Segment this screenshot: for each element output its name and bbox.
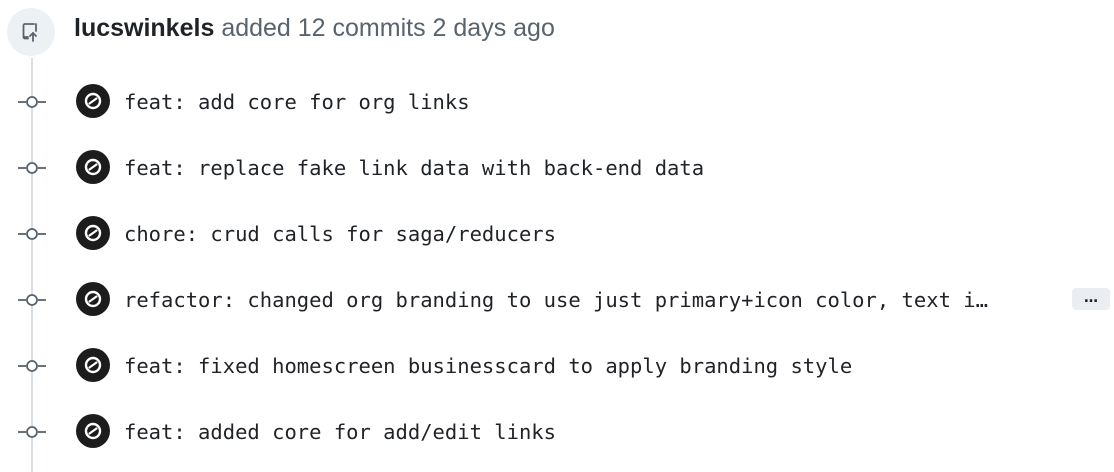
- commit-row: chore: crud calls for saga/reducers: [0, 214, 1114, 254]
- commit-message-link[interactable]: feat: added core for add/edit links: [124, 416, 556, 448]
- commit-row: feat: replace fake link data with back-e…: [0, 148, 1114, 188]
- expand-commit-button[interactable]: …: [1072, 288, 1110, 310]
- commit-message-link[interactable]: feat: fixed homescreen businesscard to a…: [124, 350, 852, 382]
- avatar[interactable]: [76, 216, 110, 250]
- git-commit-icon: [16, 160, 48, 176]
- repo-push-icon: [7, 8, 55, 56]
- commit-message-link[interactable]: refactor: changed org branding to use ju…: [124, 284, 988, 316]
- author-link[interactable]: lucswinkels: [74, 14, 214, 42]
- timeline-event-header: lucswinkels added 12 commits 2 days ago: [0, 0, 1114, 56]
- commit-row: feat: fixed homescreen businesscard to a…: [0, 346, 1114, 386]
- avatar[interactable]: [76, 414, 110, 448]
- commit-message-link[interactable]: feat: add core for org links: [124, 86, 470, 118]
- avatar[interactable]: [76, 282, 110, 316]
- git-commit-icon: [16, 94, 48, 110]
- commit-message-link[interactable]: feat: replace fake link data with back-e…: [124, 152, 704, 184]
- git-commit-icon: [16, 358, 48, 374]
- commit-row: feat: added core for add/edit links: [0, 412, 1114, 452]
- commit-message-link[interactable]: chore: crud calls for saga/reducers: [124, 218, 556, 250]
- commit-row: refactor: changed org branding to use ju…: [0, 280, 1114, 320]
- git-commit-icon: [16, 292, 48, 308]
- avatar[interactable]: [76, 84, 110, 118]
- git-commit-icon: [16, 226, 48, 242]
- avatar[interactable]: [76, 150, 110, 184]
- git-commit-icon: [16, 424, 48, 440]
- event-description: lucswinkels added 12 commits 2 days ago: [74, 12, 555, 44]
- commit-row: feat: add core for org links: [0, 82, 1114, 122]
- avatar[interactable]: [76, 348, 110, 382]
- event-action-text: added 12 commits 2 days ago: [221, 14, 555, 42]
